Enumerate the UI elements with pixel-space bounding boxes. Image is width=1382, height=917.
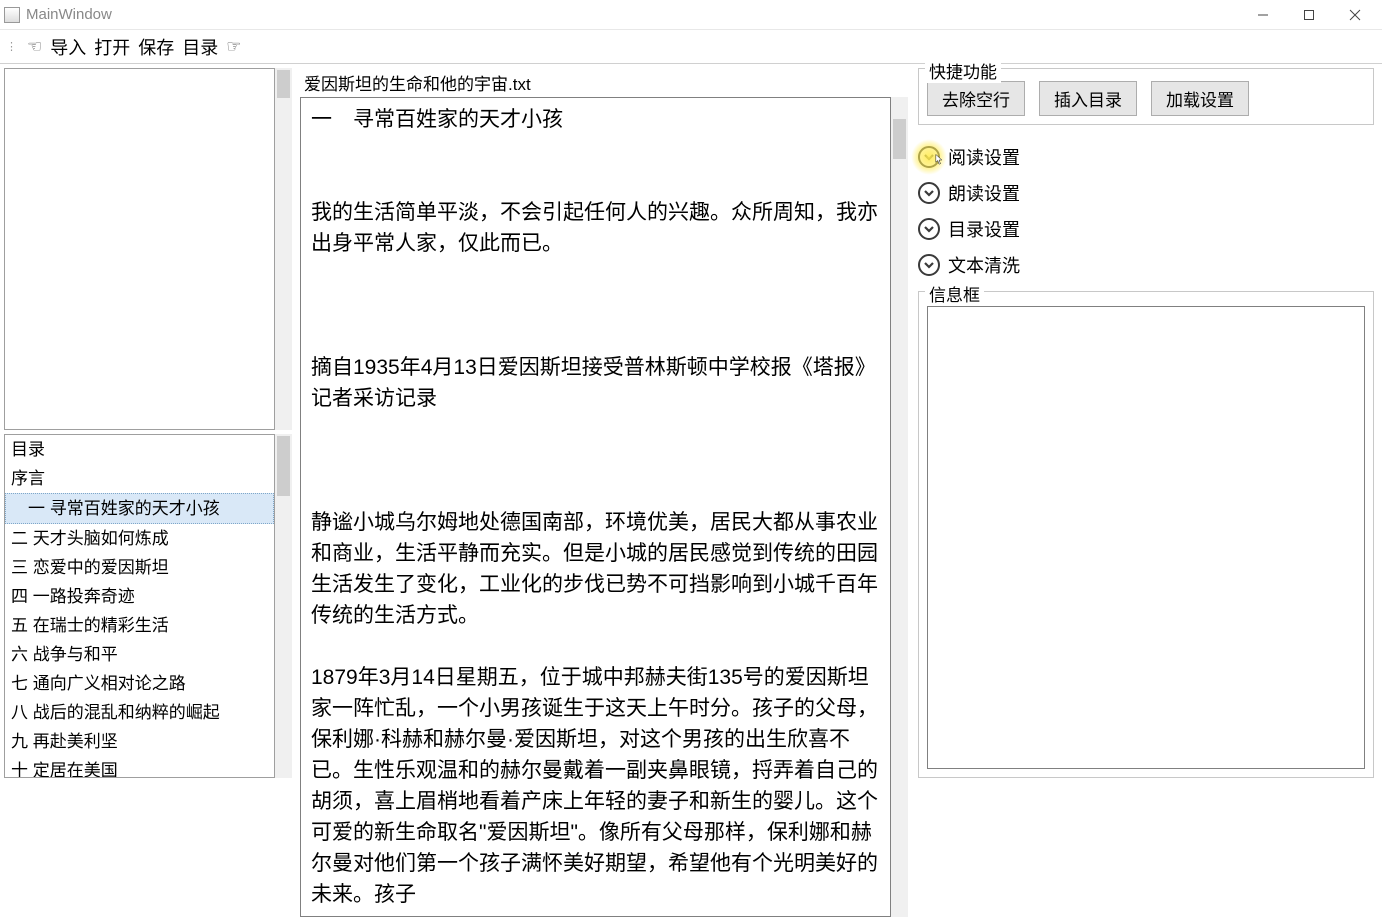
toc-item[interactable]: 三 恋爱中的爱因斯坦	[5, 553, 274, 582]
document-scrollbar[interactable]	[891, 97, 908, 917]
speak-settings-label: 朗读设置	[948, 180, 1020, 206]
open-button[interactable]: 打开	[94, 34, 130, 60]
toc-scrollbar[interactable]	[275, 434, 292, 778]
toc-item[interactable]: 一 寻常百姓家的天才小孩	[5, 493, 274, 524]
minimize-icon	[1257, 9, 1269, 21]
toolbar: ⋮ ☜ 导入 打开 保存 目录 ☞	[0, 30, 1382, 64]
cursor-icon	[934, 154, 946, 166]
scrollbar-thumb[interactable]	[277, 436, 290, 496]
info-group: 信息框	[918, 291, 1374, 778]
settings-accordion: 阅读设置 朗读设置 目录设置 文本清洗	[918, 139, 1374, 283]
toc-settings-header[interactable]: 目录设置	[918, 211, 1374, 247]
quick-button-row: 去除空行 插入目录 加载设置	[927, 81, 1365, 116]
window-title: MainWindow	[26, 6, 112, 23]
remove-blank-button[interactable]: 去除空行	[927, 81, 1025, 116]
document-filename: 爱因斯坦的生命和他的宇宙.txt	[300, 68, 908, 97]
save-button[interactable]: 保存	[138, 34, 174, 60]
import-button[interactable]: 导入	[50, 34, 86, 60]
chevron-down-icon	[918, 218, 940, 240]
read-settings-label: 阅读设置	[948, 144, 1020, 170]
quick-actions-group: 快捷功能 去除空行 插入目录 加载设置	[918, 68, 1374, 125]
titlebar: MainWindow	[0, 0, 1382, 30]
maximize-icon	[1303, 9, 1315, 21]
toc-listbox[interactable]: 目录序言一 寻常百姓家的天才小孩二 天才头脑如何炼成三 恋爱中的爱因斯坦四 一路…	[4, 434, 275, 778]
toc-item[interactable]: 五 在瑞士的精彩生活	[5, 611, 274, 640]
middle-column: 爱因斯坦的生命和他的宇宙.txt 一 寻常百姓家的天才小孩 我的生活简单平淡，不…	[296, 64, 912, 778]
toc-item[interactable]: 十 定居在美国	[5, 756, 274, 778]
window-controls	[1240, 0, 1378, 30]
toc-item[interactable]: 二 天才头脑如何炼成	[5, 524, 274, 553]
maximize-button[interactable]	[1286, 0, 1332, 30]
chevron-down-icon	[918, 182, 940, 204]
text-clean-header[interactable]: 文本清洗	[918, 247, 1374, 283]
text-clean-label: 文本清洗	[948, 252, 1020, 278]
app-icon	[4, 7, 20, 23]
minimize-button[interactable]	[1240, 0, 1286, 30]
info-textbox[interactable]	[927, 306, 1365, 769]
scrollbar-thumb[interactable]	[277, 70, 290, 98]
hand-right-icon[interactable]: ☞	[226, 37, 241, 57]
load-settings-button[interactable]: 加载设置	[1151, 81, 1249, 116]
toc-item[interactable]: 八 战后的混乱和纳粹的崛起	[5, 698, 274, 727]
toc-item[interactable]: 九 再赴美利坚	[5, 727, 274, 756]
toc-item[interactable]: 目录	[5, 435, 274, 464]
close-icon	[1349, 9, 1361, 21]
left-bottom-pane: 目录序言一 寻常百姓家的天才小孩二 天才头脑如何炼成三 恋爱中的爱因斯坦四 一路…	[0, 432, 296, 778]
toc-item[interactable]: 七 通向广义相对论之路	[5, 669, 274, 698]
document-wrap: 一 寻常百姓家的天才小孩 我的生活简单平淡，不会引起任何人的兴趣。众所周知，我亦…	[300, 97, 908, 917]
chevron-down-icon	[918, 146, 940, 168]
scrollbar-thumb[interactable]	[893, 119, 906, 159]
left-top-pane	[0, 64, 296, 432]
toc-settings-label: 目录设置	[948, 216, 1020, 242]
speak-settings-header[interactable]: 朗读设置	[918, 175, 1374, 211]
close-button[interactable]	[1332, 0, 1378, 30]
left-top-listbox[interactable]	[4, 68, 275, 430]
toc-item[interactable]: 六 战争与和平	[5, 640, 274, 669]
toc-button[interactable]: 目录	[182, 34, 218, 60]
read-settings-header[interactable]: 阅读设置	[918, 139, 1374, 175]
toc-item[interactable]: 序言	[5, 464, 274, 493]
hand-left-icon[interactable]: ☜	[27, 37, 42, 57]
info-legend: 信息框	[925, 281, 984, 306]
right-column: 快捷功能 去除空行 插入目录 加载设置 阅读设置	[912, 64, 1382, 778]
content-area: 目录序言一 寻常百姓家的天才小孩二 天才头脑如何炼成三 恋爱中的爱因斯坦四 一路…	[0, 64, 1382, 778]
document-textarea[interactable]: 一 寻常百姓家的天才小孩 我的生活简单平淡，不会引起任何人的兴趣。众所周知，我亦…	[300, 97, 891, 917]
chevron-down-icon	[918, 254, 940, 276]
insert-toc-button[interactable]: 插入目录	[1039, 81, 1137, 116]
toc-item[interactable]: 四 一路投奔奇迹	[5, 582, 274, 611]
quick-actions-legend: 快捷功能	[925, 58, 1001, 83]
toolbar-grip: ⋮	[6, 43, 17, 51]
left-column: 目录序言一 寻常百姓家的天才小孩二 天才头脑如何炼成三 恋爱中的爱因斯坦四 一路…	[0, 64, 296, 778]
left-top-scrollbar[interactable]	[275, 68, 292, 430]
